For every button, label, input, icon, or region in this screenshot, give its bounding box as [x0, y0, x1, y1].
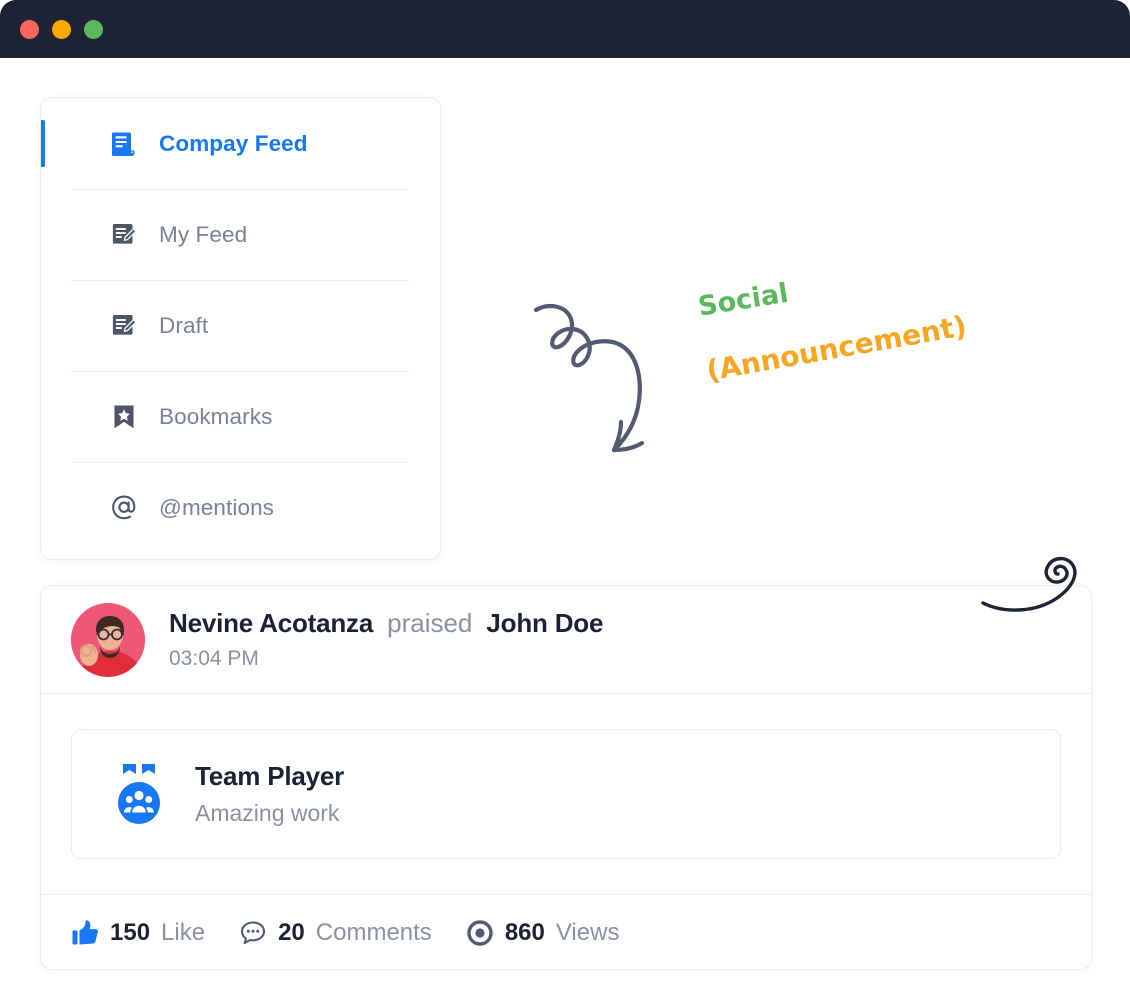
sidebar-item-bookmarks[interactable]: Bookmarks	[41, 371, 440, 462]
annotation-announcement-label: (Announcement)	[704, 309, 970, 388]
maximize-button[interactable]	[84, 19, 103, 39]
sidebar-item-label: Draft	[159, 312, 209, 338]
post-head-text: Nevine Acotanza praised John Doe 03:04 P…	[169, 608, 603, 671]
sidebar-nav-card: Compay Feed My Feed Draft Bookmarks @men…	[40, 97, 441, 560]
sidebar-item-draft[interactable]: Draft	[41, 280, 440, 371]
sidebar-item-label: Compay Feed	[159, 130, 308, 156]
sidebar-item-label: My Feed	[159, 221, 248, 247]
views-label: Views	[555, 918, 620, 946]
badge-card[interactable]: Team Player Amazing work	[71, 729, 1061, 859]
post-target-name[interactable]: John Doe	[486, 608, 603, 639]
post-timestamp: 03:04 PM	[169, 647, 259, 670]
comments-count: 20	[278, 918, 305, 946]
comments-label: Comments	[315, 918, 432, 946]
app-window: Compay Feed My Feed Draft Bookmarks @men…	[0, 0, 1130, 994]
badge-name: Team Player	[195, 761, 345, 791]
like-label: Like	[161, 918, 206, 946]
active-indicator-bar	[41, 120, 45, 167]
medal-team-icon	[110, 762, 168, 826]
post-title-line: Nevine Acotanza praised John Doe	[169, 608, 603, 639]
views-stat[interactable]: 860 Views	[466, 918, 620, 947]
sidebar-item-my-feed[interactable]: My Feed	[41, 189, 440, 280]
like-count: 150	[110, 918, 151, 946]
comment-bubble-icon	[239, 919, 267, 947]
views-count: 860	[504, 918, 545, 946]
annotation-social-label: Social	[696, 277, 791, 323]
badge-text: Team Player Amazing work	[195, 761, 344, 827]
news-document-icon	[109, 129, 139, 159]
thumbs-up-icon	[71, 919, 99, 947]
badge-description: Amazing work	[195, 800, 340, 826]
avatar	[71, 602, 145, 677]
eye-views-icon	[466, 919, 494, 947]
bookmark-star-icon	[109, 402, 139, 432]
comments-stat[interactable]: 20 Comments	[239, 919, 432, 947]
close-button[interactable]	[20, 19, 39, 39]
post-footer: 150 Like 20 Comments 860 Views	[41, 894, 1091, 970]
post-verb: praised	[387, 608, 473, 638]
sidebar-item-company-feed[interactable]: Compay Feed	[41, 98, 440, 189]
document-pencil-icon	[109, 311, 139, 341]
sidebar-item-label: @mentions	[159, 494, 275, 520]
post-card: Nevine Acotanza praised John Doe 03:04 P…	[40, 585, 1092, 970]
window-titlebar	[0, 0, 1130, 58]
at-mention-icon	[109, 493, 139, 523]
minimize-button[interactable]	[52, 19, 71, 39]
curly-arrow-icon	[533, 303, 645, 453]
document-pencil-icon	[109, 220, 139, 250]
like-stat[interactable]: 150 Like	[71, 919, 205, 947]
sidebar-item-mentions[interactable]: @mentions	[41, 462, 440, 553]
post-body: Team Player Amazing work	[41, 694, 1091, 894]
post-actor-name[interactable]: Nevine Acotanza	[169, 608, 373, 639]
post-header: Nevine Acotanza praised John Doe 03:04 P…	[41, 586, 1091, 694]
sidebar-item-label: Bookmarks	[159, 403, 273, 429]
